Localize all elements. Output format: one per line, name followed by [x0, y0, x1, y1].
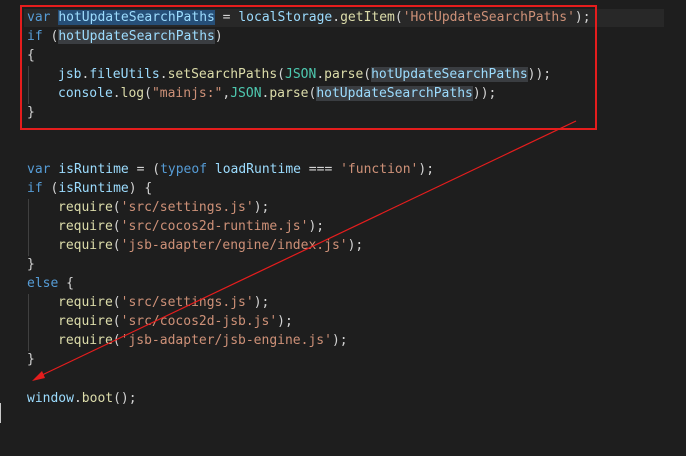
- token-function: require: [58, 295, 113, 310]
- token-function: require: [58, 219, 113, 234]
- token-function: boot: [81, 391, 114, 406]
- code-line-13[interactable]: else {: [27, 274, 74, 293]
- token-punct: );: [331, 333, 348, 348]
- annotation-box: [20, 5, 597, 130]
- token-string: 'jsb-adapter/engine/index.js': [120, 238, 348, 253]
- token-string: 'src/cocos2d-runtime.js': [120, 219, 309, 234]
- token-paren: (: [112, 219, 121, 234]
- token-operator: ===: [300, 162, 341, 177]
- token-brace: }: [27, 257, 35, 272]
- indent-guide: [28, 294, 29, 351]
- token-paren: (: [112, 238, 121, 253]
- token-keyword: if: [27, 181, 43, 196]
- token-punct: );: [347, 238, 364, 253]
- token-paren: (: [112, 314, 121, 329]
- annotation-arrowhead: [32, 371, 45, 381]
- code-line-11[interactable]: require('jsb-adapter/engine/index.js');: [58, 236, 363, 255]
- code-editor[interactable]: var hotUpdateSearchPaths = localStorage.…: [0, 0, 686, 456]
- code-line-10[interactable]: require('src/cocos2d-runtime.js');: [58, 217, 324, 236]
- token-punct: );: [253, 295, 270, 310]
- token-punct: );: [418, 162, 435, 177]
- token-punct: );: [308, 219, 325, 234]
- indent-guide: [28, 199, 29, 256]
- token-string: 'function': [340, 162, 419, 177]
- token-brace: }: [27, 352, 35, 367]
- token-paren: (: [112, 295, 121, 310]
- token-keyword: var: [27, 162, 51, 177]
- token-function: require: [58, 238, 113, 253]
- code-line-15[interactable]: require('src/cocos2d-jsb.js');: [58, 312, 293, 331]
- code-line-9[interactable]: require('src/settings.js');: [58, 198, 269, 217]
- code-line-18[interactable]: window.boot();: [27, 389, 137, 408]
- token-paren: (: [42, 181, 59, 196]
- token-variable: isRuntime: [58, 162, 129, 177]
- left-edge-marker: [0, 403, 1, 423]
- token-string: 'src/settings.js': [120, 295, 254, 310]
- token-string: 'jsb-adapter/jsb-engine.js': [120, 333, 332, 348]
- token-identifier: loadRuntime: [214, 162, 301, 177]
- token-function: require: [58, 314, 113, 329]
- code-line-17[interactable]: }: [27, 350, 35, 369]
- code-line-12[interactable]: }: [27, 255, 35, 274]
- code-line-8[interactable]: if (isRuntime) {: [27, 179, 152, 198]
- token-variable: isRuntime: [58, 181, 129, 196]
- code-line-16[interactable]: require('jsb-adapter/jsb-engine.js');: [58, 331, 348, 350]
- code-line-14[interactable]: require('src/settings.js');: [58, 293, 269, 312]
- token-object: window: [27, 391, 74, 406]
- token-keyword: typeof: [160, 162, 208, 177]
- token-paren: (: [112, 333, 121, 348]
- token-function: require: [58, 200, 113, 215]
- token-paren: (: [112, 200, 121, 215]
- token-operator: = (: [128, 162, 161, 177]
- code-line-7[interactable]: var isRuntime = (typeof loadRuntime === …: [27, 160, 434, 179]
- token-dot: .: [73, 391, 82, 406]
- token-function: require: [58, 333, 113, 348]
- token-brace: {: [58, 276, 74, 291]
- token-string: 'src/settings.js': [120, 200, 254, 215]
- token-keyword: else: [27, 276, 59, 291]
- token-punct: );: [277, 314, 293, 329]
- token-punct: ();: [113, 391, 137, 406]
- token-punct: ) {: [128, 181, 153, 196]
- token-punct: );: [253, 200, 270, 215]
- token-string: 'src/cocos2d-jsb.js': [120, 314, 278, 329]
